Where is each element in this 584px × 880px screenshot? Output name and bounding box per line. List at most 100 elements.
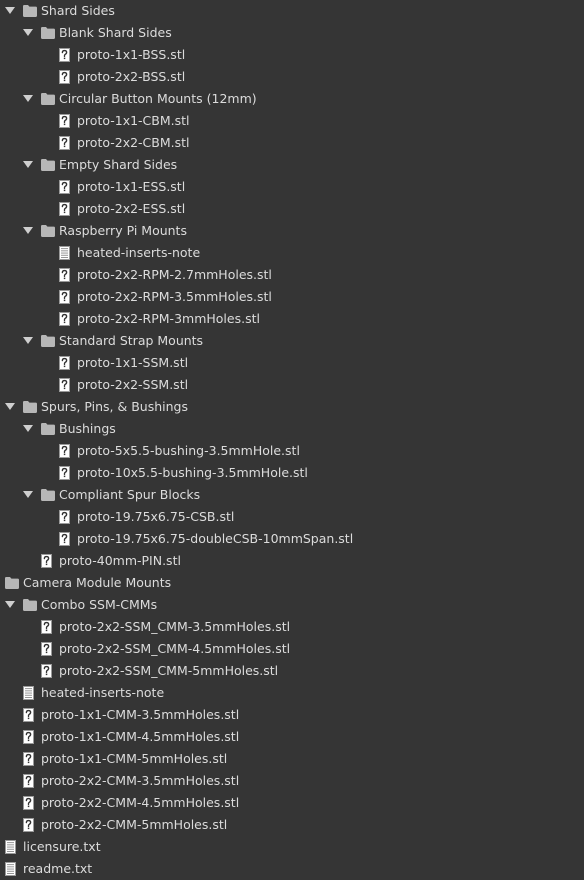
tree-folder-row[interactable]: Empty Shard Sides bbox=[0, 154, 584, 176]
expand-arrow-icon[interactable] bbox=[23, 95, 33, 102]
folder-icon bbox=[5, 577, 19, 592]
tree-file-row[interactable]: proto-2x2-ESS.stl bbox=[0, 198, 584, 220]
tree-item-label: heated-inserts-note bbox=[41, 685, 165, 700]
tree-folder-row[interactable]: Blank Shard Sides bbox=[0, 22, 584, 44]
tree-file-row[interactable]: proto-2x2-BSS.stl bbox=[0, 66, 584, 88]
unknown-file-icon bbox=[59, 70, 70, 87]
tree-file-row[interactable]: licensure.txt bbox=[0, 836, 584, 858]
folder-icon bbox=[41, 423, 55, 438]
tree-folder-row[interactable]: Circular Button Mounts (12mm) bbox=[0, 88, 584, 110]
tree-item-label: proto-2x2-CMM-3.5mmHoles.stl bbox=[41, 773, 240, 788]
expand-arrow-icon[interactable] bbox=[23, 161, 33, 168]
unknown-file-icon bbox=[59, 356, 70, 373]
unknown-file-icon bbox=[59, 202, 70, 219]
tree-item-label: proto-1x1-ESS.stl bbox=[77, 179, 186, 194]
tree-file-row[interactable]: proto-1x1-CBM.stl bbox=[0, 110, 584, 132]
expand-arrow-icon[interactable] bbox=[23, 491, 33, 498]
expand-arrow-icon[interactable] bbox=[5, 7, 15, 14]
tree-file-row[interactable]: proto-2x2-CBM.stl bbox=[0, 132, 584, 154]
tree-item-label: Raspberry Pi Mounts bbox=[59, 223, 187, 238]
unknown-file-icon bbox=[59, 180, 70, 197]
tree-item-label: proto-2x2-CMM-5mmHoles.stl bbox=[41, 817, 228, 832]
text-file-icon bbox=[59, 246, 70, 263]
tree-file-row[interactable]: heated-inserts-note bbox=[0, 682, 584, 704]
tree-folder-row[interactable]: Raspberry Pi Mounts bbox=[0, 220, 584, 242]
tree-file-row[interactable]: proto-2x2-RPM-3.5mmHoles.stl bbox=[0, 286, 584, 308]
text-file-icon bbox=[23, 686, 34, 703]
tree-item-label: proto-2x2-SSM_CMM-3.5mmHoles.stl bbox=[59, 619, 291, 634]
unknown-file-icon bbox=[59, 290, 70, 307]
tree-file-row[interactable]: proto-2x2-RPM-3mmHoles.stl bbox=[0, 308, 584, 330]
folder-icon bbox=[23, 5, 37, 20]
folder-icon bbox=[41, 93, 55, 108]
tree-file-row[interactable]: proto-19.75x6.75-doubleCSB-10mmSpan.stl bbox=[0, 528, 584, 550]
tree-item-label: proto-2x2-CBM.stl bbox=[77, 135, 190, 150]
tree-folder-row[interactable]: Camera Module Mounts bbox=[0, 572, 584, 594]
tree-item-label: proto-2x2-SSM_CMM-4.5mmHoles.stl bbox=[59, 641, 291, 656]
unknown-file-icon bbox=[41, 620, 52, 637]
tree-item-label: proto-1x1-CMM-4.5mmHoles.stl bbox=[41, 729, 240, 744]
tree-file-row[interactable]: proto-5x5.5-bushing-3.5mmHole.stl bbox=[0, 440, 584, 462]
tree-file-row[interactable]: proto-40mm-PIN.stl bbox=[0, 550, 584, 572]
folder-icon bbox=[41, 489, 55, 504]
unknown-file-icon bbox=[41, 664, 52, 681]
expand-arrow-icon[interactable] bbox=[23, 425, 33, 432]
tree-file-row[interactable]: proto-1x1-CMM-5mmHoles.stl bbox=[0, 748, 584, 770]
unknown-file-icon bbox=[41, 554, 52, 571]
tree-file-row[interactable]: proto-1x1-CMM-4.5mmHoles.stl bbox=[0, 726, 584, 748]
expand-arrow-icon[interactable] bbox=[23, 337, 33, 344]
tree-file-row[interactable]: proto-1x1-CMM-3.5mmHoles.stl bbox=[0, 704, 584, 726]
folder-icon bbox=[41, 159, 55, 174]
unknown-file-icon bbox=[59, 268, 70, 285]
tree-file-row[interactable]: proto-19.75x6.75-CSB.stl bbox=[0, 506, 584, 528]
tree-item-label: proto-2x2-CMM-4.5mmHoles.stl bbox=[41, 795, 240, 810]
tree-file-row[interactable]: readme.txt bbox=[0, 858, 584, 880]
tree-file-row[interactable]: proto-2x2-SSM_CMM-4.5mmHoles.stl bbox=[0, 638, 584, 660]
tree-folder-row[interactable]: Shard Sides bbox=[0, 0, 584, 22]
tree-item-label: proto-19.75x6.75-doubleCSB-10mmSpan.stl bbox=[77, 531, 354, 546]
folder-icon bbox=[23, 401, 37, 416]
tree-item-label: proto-10x5.5-bushing-3.5mmHole.stl bbox=[77, 465, 308, 480]
unknown-file-icon bbox=[23, 774, 34, 791]
tree-file-row[interactable]: proto-1x1-SSM.stl bbox=[0, 352, 584, 374]
tree-file-row[interactable]: proto-2x2-SSM_CMM-3.5mmHoles.stl bbox=[0, 616, 584, 638]
tree-item-label: Standard Strap Mounts bbox=[59, 333, 204, 348]
unknown-file-icon bbox=[41, 642, 52, 659]
tree-folder-row[interactable]: Standard Strap Mounts bbox=[0, 330, 584, 352]
unknown-file-icon bbox=[59, 510, 70, 527]
tree-folder-row[interactable]: Spurs, Pins, & Bushings bbox=[0, 396, 584, 418]
unknown-file-icon bbox=[23, 818, 34, 835]
tree-item-label: Empty Shard Sides bbox=[59, 157, 178, 172]
tree-folder-row[interactable]: Compliant Spur Blocks bbox=[0, 484, 584, 506]
tree-item-label: proto-2x2-ESS.stl bbox=[77, 201, 186, 216]
tree-file-row[interactable]: proto-1x1-BSS.stl bbox=[0, 44, 584, 66]
tree-file-row[interactable]: heated-inserts-note bbox=[0, 242, 584, 264]
tree-item-label: proto-2x2-RPM-3.5mmHoles.stl bbox=[77, 289, 272, 304]
tree-file-row[interactable]: proto-2x2-SSM_CMM-5mmHoles.stl bbox=[0, 660, 584, 682]
tree-file-row[interactable]: proto-10x5.5-bushing-3.5mmHole.stl bbox=[0, 462, 584, 484]
tree-item-label: Shard Sides bbox=[41, 3, 115, 18]
expand-arrow-icon[interactable] bbox=[23, 29, 33, 36]
tree-file-row[interactable]: proto-1x1-ESS.stl bbox=[0, 176, 584, 198]
folder-icon bbox=[23, 599, 37, 614]
expand-arrow-icon[interactable] bbox=[5, 601, 15, 608]
tree-file-row[interactable]: proto-2x2-RPM-2.7mmHoles.stl bbox=[0, 264, 584, 286]
unknown-file-icon bbox=[59, 444, 70, 461]
tree-item-label: proto-2x2-SSM.stl bbox=[77, 377, 189, 392]
unknown-file-icon bbox=[59, 532, 70, 549]
tree-file-row[interactable]: proto-2x2-SSM.stl bbox=[0, 374, 584, 396]
unknown-file-icon bbox=[59, 136, 70, 153]
tree-file-row[interactable]: proto-2x2-CMM-4.5mmHoles.stl bbox=[0, 792, 584, 814]
tree-folder-row[interactable]: Combo SSM-CMMs bbox=[0, 594, 584, 616]
expand-arrow-icon[interactable] bbox=[5, 403, 15, 410]
text-file-icon bbox=[5, 862, 16, 879]
unknown-file-icon bbox=[23, 796, 34, 813]
expand-arrow-icon[interactable] bbox=[23, 227, 33, 234]
unknown-file-icon bbox=[59, 378, 70, 395]
tree-file-row[interactable]: proto-2x2-CMM-5mmHoles.stl bbox=[0, 814, 584, 836]
tree-item-label: proto-1x1-CMM-5mmHoles.stl bbox=[41, 751, 228, 766]
tree-file-row[interactable]: proto-2x2-CMM-3.5mmHoles.stl bbox=[0, 770, 584, 792]
tree-folder-row[interactable]: Bushings bbox=[0, 418, 584, 440]
tree-item-label: proto-2x2-SSM_CMM-5mmHoles.stl bbox=[59, 663, 279, 678]
folder-icon bbox=[41, 335, 55, 350]
